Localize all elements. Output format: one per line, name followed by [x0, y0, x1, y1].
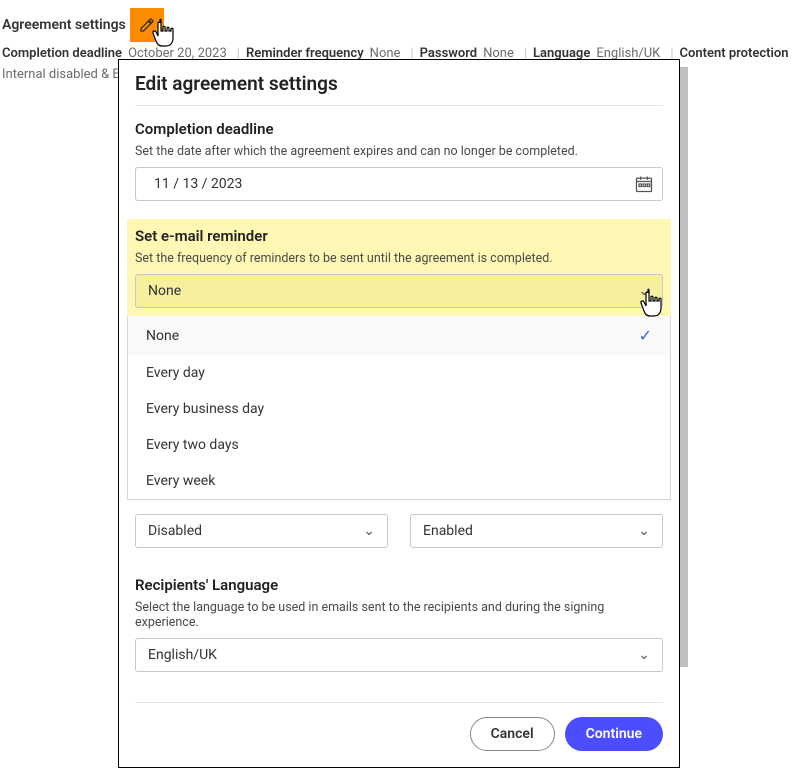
- continue-button[interactable]: Continue: [565, 717, 663, 751]
- chevron-down-icon: ⌄: [638, 647, 650, 663]
- chevron-down-icon: ⌄: [638, 283, 650, 299]
- language-selected-value: English/UK: [148, 647, 217, 663]
- reminder-option[interactable]: Every week: [128, 463, 670, 499]
- reminder-option[interactable]: Every two days: [128, 427, 670, 463]
- language-select[interactable]: English/UK ⌄: [135, 638, 663, 672]
- internal-protection-select[interactable]: Disabled ⌄: [135, 514, 388, 548]
- language-title: Recipients' Language: [135, 576, 663, 594]
- deadline-title: Completion deadline: [135, 120, 663, 138]
- reminder-title: Set e-mail reminder: [135, 227, 663, 245]
- reminder-desc: Set the frequency of reminders to be sen…: [135, 251, 663, 266]
- external-protection-value: Enabled: [423, 523, 473, 539]
- reminder-option-label: None: [146, 328, 179, 344]
- deadline-desc: Set the date after which the agreement e…: [135, 144, 663, 159]
- edit-settings-button[interactable]: [130, 8, 164, 42]
- reminder-option-label: Every week: [146, 473, 215, 489]
- summary-protection-label: Content protection: [680, 46, 789, 61]
- language-desc: Select the language to be used in emails…: [135, 600, 663, 630]
- deadline-date-input[interactable]: [135, 167, 663, 201]
- reminder-option-label: Every business day: [146, 401, 264, 417]
- reminder-dropdown-list: None ✓ Every day Every business day Ever…: [127, 316, 671, 500]
- cancel-button[interactable]: Cancel: [470, 717, 555, 751]
- reminder-option-label: Every day: [146, 365, 205, 381]
- page-title: Agreement settings: [2, 17, 126, 33]
- reminder-option-label: Every two days: [146, 437, 239, 453]
- external-protection-select[interactable]: Enabled ⌄: [410, 514, 663, 548]
- chevron-down-icon: ⌄: [638, 523, 650, 539]
- reminder-option[interactable]: Every day: [128, 355, 670, 391]
- reminder-option[interactable]: Every business day: [128, 391, 670, 427]
- calendar-icon[interactable]: [634, 174, 654, 194]
- chevron-down-icon: ⌄: [363, 523, 375, 539]
- edit-settings-modal: Edit agreement settings Completion deadl…: [118, 59, 680, 768]
- internal-protection-value: Disabled: [148, 523, 202, 539]
- reminder-option[interactable]: None ✓: [128, 316, 670, 355]
- reminder-frequency-select[interactable]: None ⌄: [135, 274, 663, 308]
- deadline-date-field[interactable]: [144, 176, 634, 192]
- modal-title: Edit agreement settings: [135, 72, 663, 95]
- reminder-selected-value: None: [148, 283, 181, 299]
- check-icon: ✓: [639, 326, 652, 345]
- summary-deadline-label: Completion deadline: [2, 46, 122, 61]
